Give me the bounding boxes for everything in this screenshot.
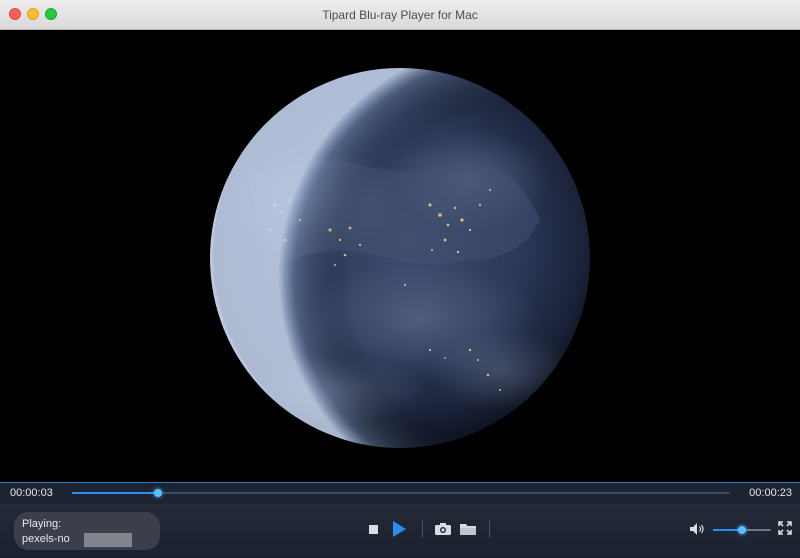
video-area[interactable] bbox=[0, 30, 800, 482]
now-playing-label: Playing: bbox=[22, 518, 62, 530]
elapsed-time: 00:00:03 bbox=[10, 487, 53, 499]
speaker-icon bbox=[690, 523, 704, 535]
total-time: 00:00:23 bbox=[749, 487, 792, 499]
fullscreen-button[interactable] bbox=[777, 520, 793, 536]
mute-button[interactable] bbox=[689, 521, 707, 537]
open-file-button[interactable] bbox=[458, 520, 478, 538]
volume-slider[interactable] bbox=[713, 526, 771, 534]
control-bar: Playing: pexels-no bbox=[0, 504, 800, 558]
progress-row: 00:00:03 00:00:23 bbox=[0, 482, 800, 504]
now-playing-file: pexels-no bbox=[22, 532, 160, 547]
redacted-filename-blur bbox=[84, 533, 132, 547]
camera-icon bbox=[435, 523, 451, 535]
snapshot-button[interactable] bbox=[433, 520, 453, 538]
control-divider bbox=[489, 520, 490, 538]
progress-handle[interactable] bbox=[153, 489, 162, 497]
volume-handle[interactable] bbox=[738, 526, 746, 534]
control-divider bbox=[422, 520, 423, 538]
progress-fill bbox=[72, 492, 158, 494]
now-playing-panel: Playing: pexels-no bbox=[14, 512, 160, 550]
progress-slider[interactable] bbox=[72, 489, 730, 497]
title-bar[interactable]: Tipard Blu-ray Player for Mac bbox=[0, 0, 800, 30]
window-title: Tipard Blu-ray Player for Mac bbox=[322, 8, 478, 22]
play-button[interactable] bbox=[389, 519, 409, 539]
stop-icon bbox=[368, 524, 378, 534]
fullscreen-icon bbox=[778, 521, 792, 535]
player-window: Tipard Blu-ray Player for Mac 00:00:03 0… bbox=[0, 0, 800, 558]
folder-icon bbox=[460, 524, 476, 535]
video-frame-earth bbox=[0, 30, 800, 482]
stop-button[interactable] bbox=[366, 522, 380, 536]
now-playing-filename: pexels-no bbox=[22, 533, 70, 545]
play-icon bbox=[393, 521, 406, 537]
